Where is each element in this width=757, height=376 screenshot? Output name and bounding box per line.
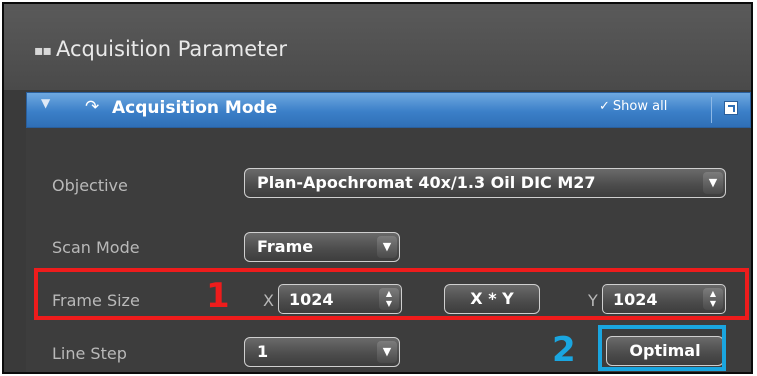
objective-dropdown[interactable]: Plan-Apochromat 40x/1.3 Oil DIC M27 ▼ — [244, 168, 726, 198]
show-all-button[interactable]: ✓ Show all — [599, 99, 667, 114]
panel-header: ▪▪ Acquisition Parameter — [4, 4, 751, 90]
objective-value: Plan-Apochromat 40x/1.3 Oil DIC M27 — [257, 173, 596, 192]
scan-mode-label: Scan Mode — [52, 238, 140, 257]
scan-mode-value: Frame — [257, 237, 314, 256]
objective-label: Objective — [52, 176, 128, 195]
annotation-marker-1: 1 — [206, 276, 230, 316]
frame-size-highlight — [34, 268, 749, 320]
divider — [711, 97, 712, 123]
optimal-highlight — [598, 325, 726, 371]
acquisition-mode-icon: ↷ — [85, 97, 100, 117]
line-step-dropdown[interactable]: 1 ▼ — [244, 337, 400, 367]
chevron-down-icon[interactable]: ▼ — [703, 172, 723, 194]
panel-title: Acquisition Parameter — [56, 37, 287, 61]
annotation-marker-2: 2 — [552, 330, 576, 370]
checkmark-icon: ✓ — [599, 99, 610, 114]
chevron-down-icon[interactable]: ▼ — [377, 236, 397, 258]
chevron-down-icon[interactable]: ▼ — [377, 341, 397, 363]
popout-icon[interactable] — [724, 101, 738, 115]
show-all-label: Show all — [612, 99, 668, 114]
section-title: Acquisition Mode — [112, 98, 278, 118]
section-header-acquisition-mode[interactable]: ▼ ↷ Acquisition Mode ✓ Show all — [26, 92, 751, 128]
scan-mode-dropdown[interactable]: Frame ▼ — [244, 232, 400, 262]
grip-icon[interactable]: ▪▪ — [34, 43, 52, 59]
line-step-label: Line Step — [52, 344, 127, 363]
line-step-value: 1 — [257, 342, 269, 361]
collapse-icon[interactable]: ▼ — [41, 96, 50, 110]
